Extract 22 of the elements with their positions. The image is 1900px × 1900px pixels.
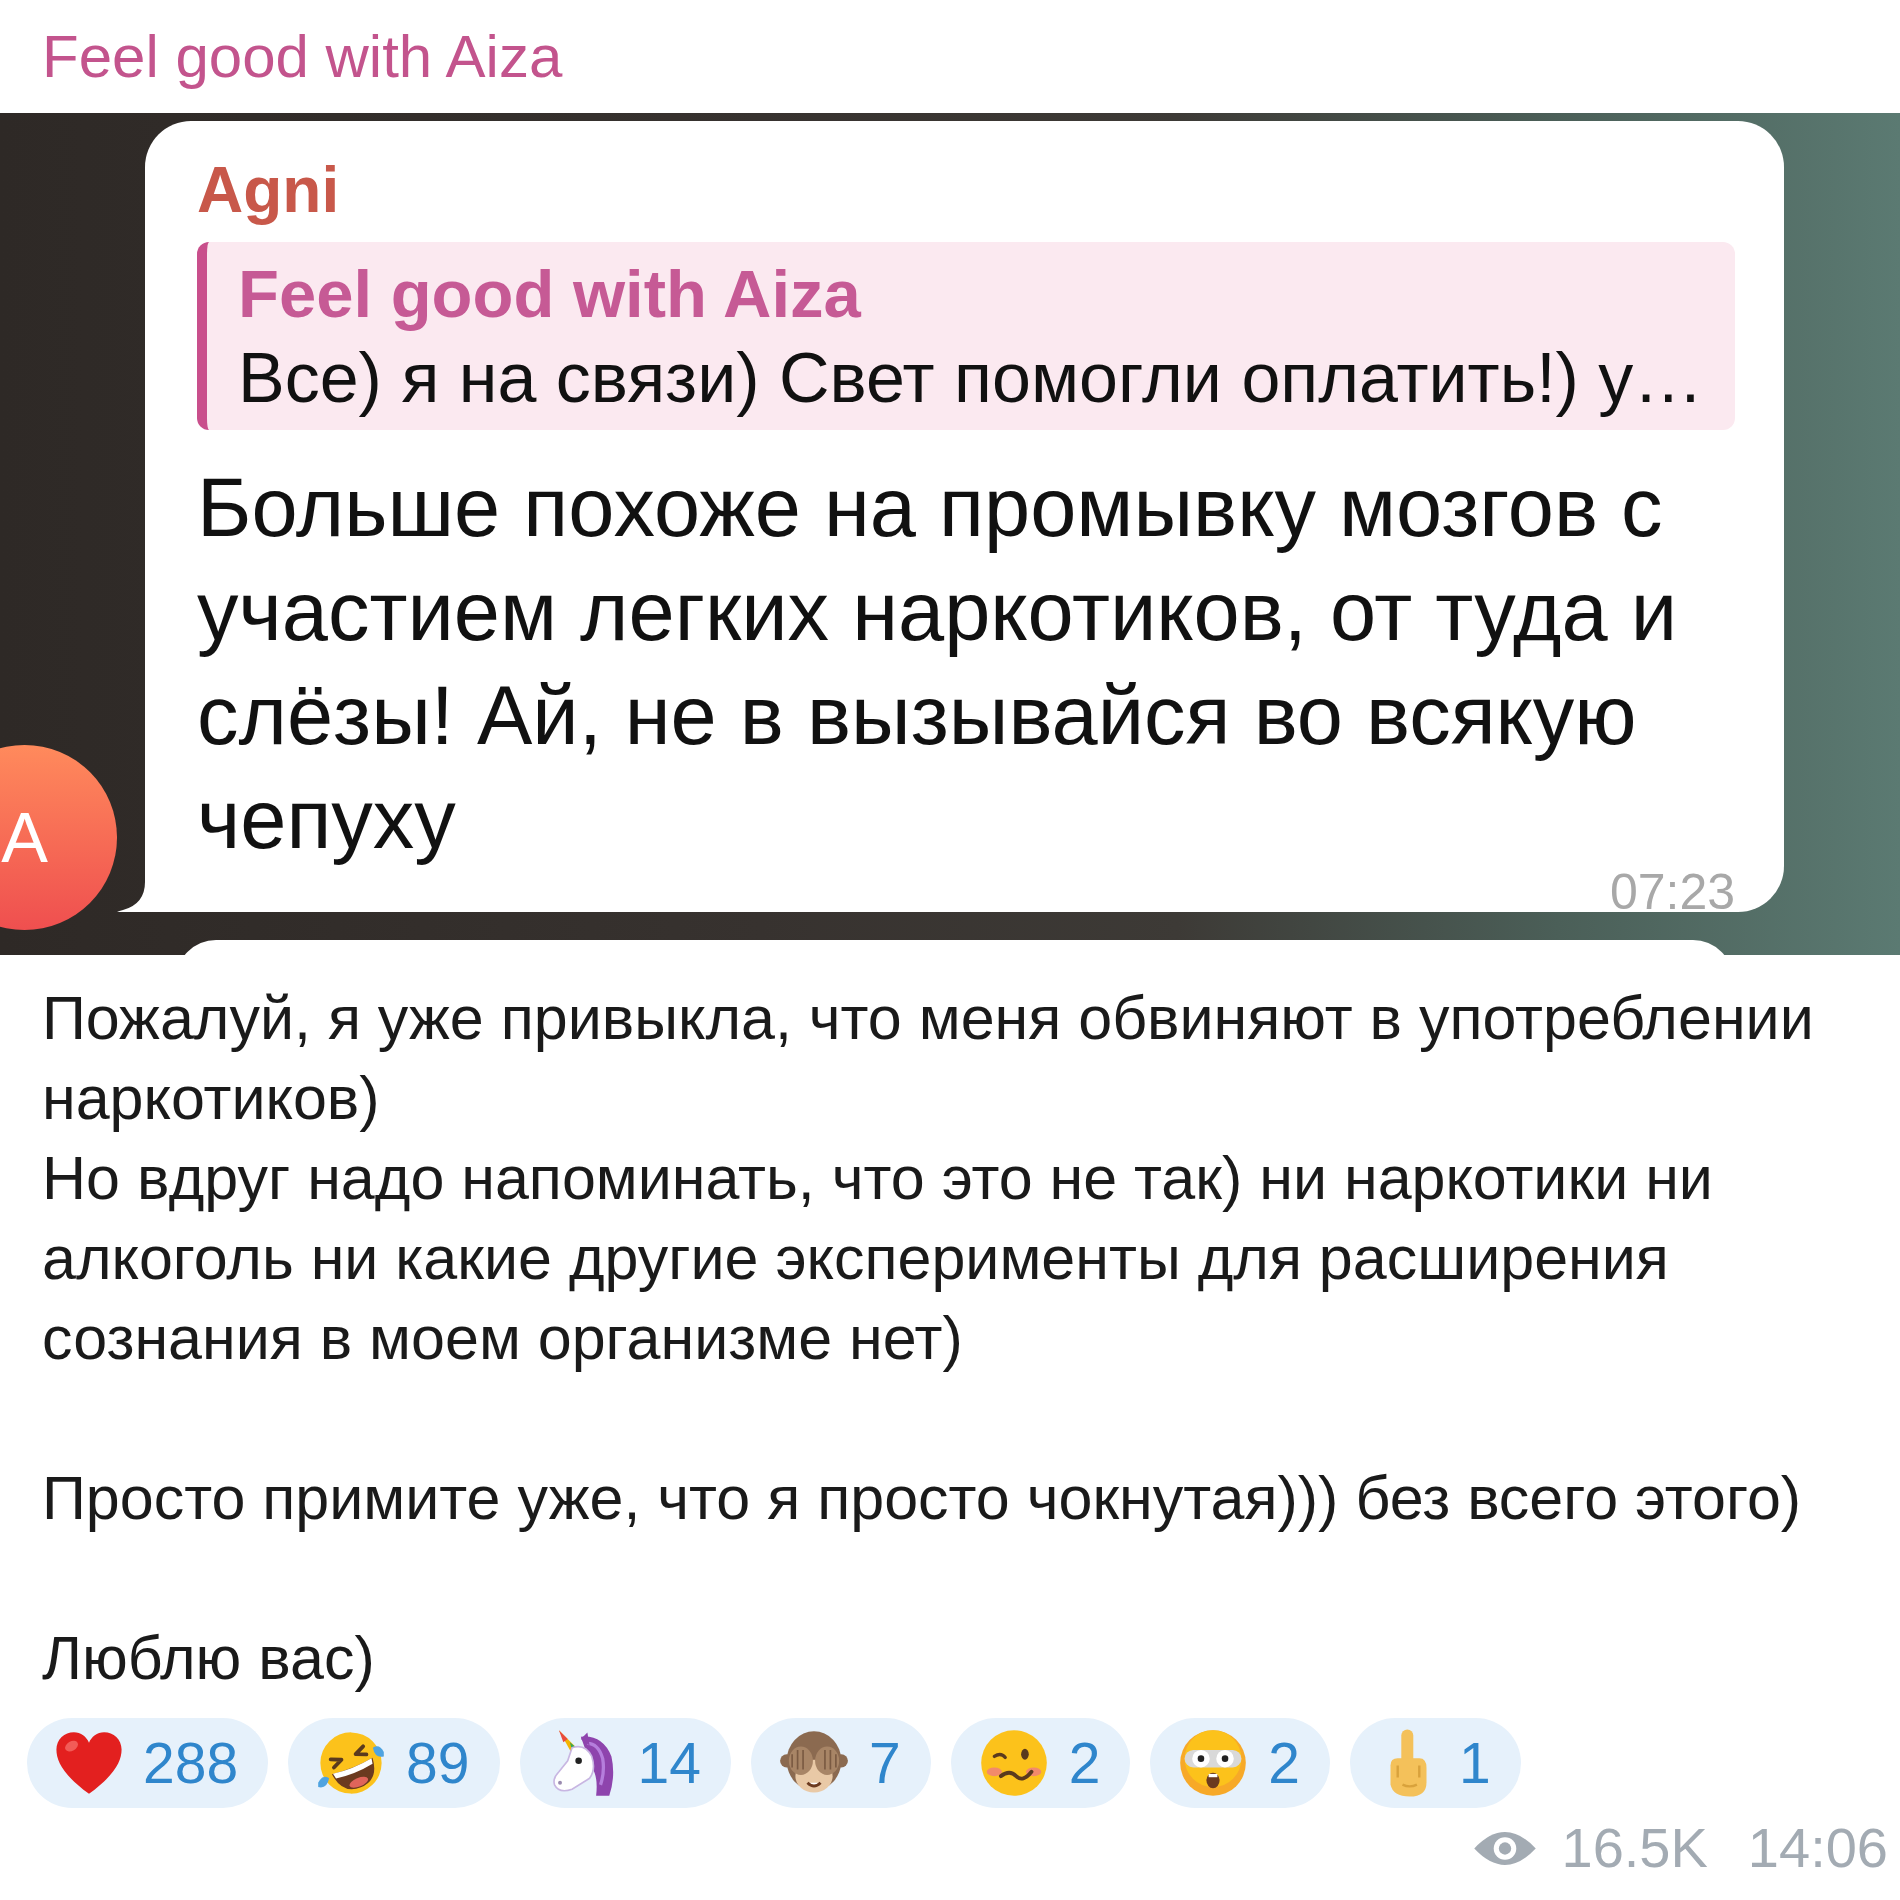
reaction-button[interactable]: 2 bbox=[1150, 1718, 1331, 1808]
sender-name: Agni bbox=[197, 153, 341, 228]
reaction-button[interactable]: 288 bbox=[27, 1718, 269, 1808]
reaction-button[interactable]: 14 bbox=[519, 1718, 731, 1808]
post-time: 14:06 bbox=[1747, 1820, 1888, 1876]
avatar[interactable]: A bbox=[0, 745, 117, 930]
heart-icon bbox=[55, 1731, 123, 1795]
message-time: 07:23 bbox=[1609, 872, 1735, 912]
reaction-button[interactable]: 1 bbox=[1350, 1718, 1521, 1808]
reply-text: Все) я на связи) Свет помогли оплатить!) у… bbox=[238, 338, 1705, 419]
channel-title[interactable]: Feel good with Aiza bbox=[42, 26, 563, 87]
reaction-button[interactable]: 89 bbox=[288, 1718, 500, 1808]
reply-quote[interactable]: Feel good with Aiza Все) я на связи) Свет помогли оплатить!) у… bbox=[197, 242, 1735, 430]
reply-author: Feel good with Aiza bbox=[238, 255, 863, 333]
reaction-button[interactable]: 7 bbox=[750, 1718, 931, 1808]
message-text: Больше похоже на промывку мозгов с участием легких наркотиков, от туда и слёзы! Ай, не в вызывайся во всякую чепуху bbox=[197, 460, 1679, 868]
woozy-face-icon bbox=[978, 1728, 1049, 1798]
middle-finger-icon bbox=[1388, 1727, 1430, 1799]
reaction-button[interactable]: 2 bbox=[950, 1718, 1131, 1808]
post-text: Пожалуй, я уже привыкла, что меня обвиняют в употреблении наркотиков) Но вдруг надо напоминать, что это не так) ни наркотики ни алкоголь ни какие другие эксперименты для расширения сознания в моем организме нет) Просто примите уже, что я просто чокнутая))) без всего этого) Люблю вас) bbox=[42, 983, 1815, 1694]
view-count: 16.5K bbox=[1561, 1820, 1708, 1876]
shocked-face-icon bbox=[1178, 1728, 1249, 1798]
